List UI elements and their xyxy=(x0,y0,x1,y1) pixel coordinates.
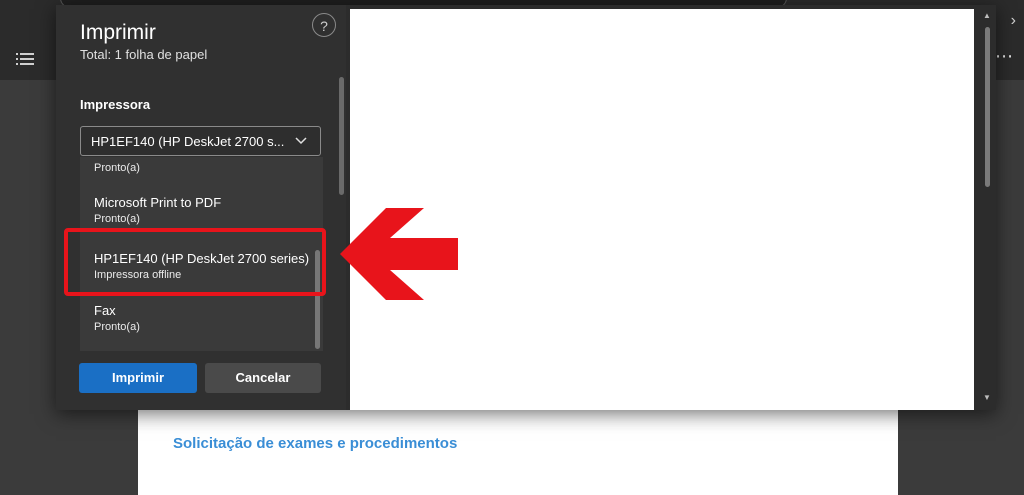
printer-option-status: Pronto(a) xyxy=(94,321,140,333)
print-button[interactable]: Imprimir xyxy=(79,363,197,393)
dialog-subtitle: Total: 1 folha de papel xyxy=(80,47,208,62)
printer-label: Impressora xyxy=(80,97,151,112)
printer-option[interactable]: Pronto(a) xyxy=(80,157,323,179)
chevron-down-icon xyxy=(295,137,307,145)
printer-select[interactable]: HP1EF140 (HP DeskJet 2700 s... xyxy=(80,126,321,156)
settings-scrollbar[interactable] xyxy=(339,77,344,195)
document-heading: Solicitação de exames e procedimentos xyxy=(173,435,458,452)
highlight-box xyxy=(64,228,326,296)
help-icon[interactable]: ? xyxy=(312,13,336,37)
printer-option-name: Microsoft Print to PDF xyxy=(94,195,222,210)
scroll-down-icon[interactable]: ▼ xyxy=(983,393,991,402)
selected-printer: HP1EF140 (HP DeskJet 2700 s... xyxy=(91,134,285,149)
printer-option-status: Pronto(a) xyxy=(94,162,140,174)
print-settings-panel: Imprimir Total: 1 folha de papel ? Impre… xyxy=(56,5,346,410)
scroll-up-icon[interactable]: ▲ xyxy=(983,11,991,20)
printer-option-fax[interactable]: Fax Pronto(a) xyxy=(80,299,323,343)
preview-scroll-thumb[interactable] xyxy=(985,27,990,187)
printer-option-status: Pronto(a) xyxy=(94,213,140,225)
red-arrow-icon xyxy=(340,208,458,300)
list-icon[interactable] xyxy=(16,52,34,66)
print-dialog: Imprimir Total: 1 folha de papel ? Impre… xyxy=(56,5,996,410)
cancel-button[interactable]: Cancelar xyxy=(205,363,321,393)
more-options-icon[interactable]: ⋯ xyxy=(995,46,1014,67)
chevron-right-icon[interactable]: › xyxy=(1011,12,1016,30)
printer-option-name: Fax xyxy=(94,303,116,318)
dialog-title: Imprimir xyxy=(80,21,156,44)
